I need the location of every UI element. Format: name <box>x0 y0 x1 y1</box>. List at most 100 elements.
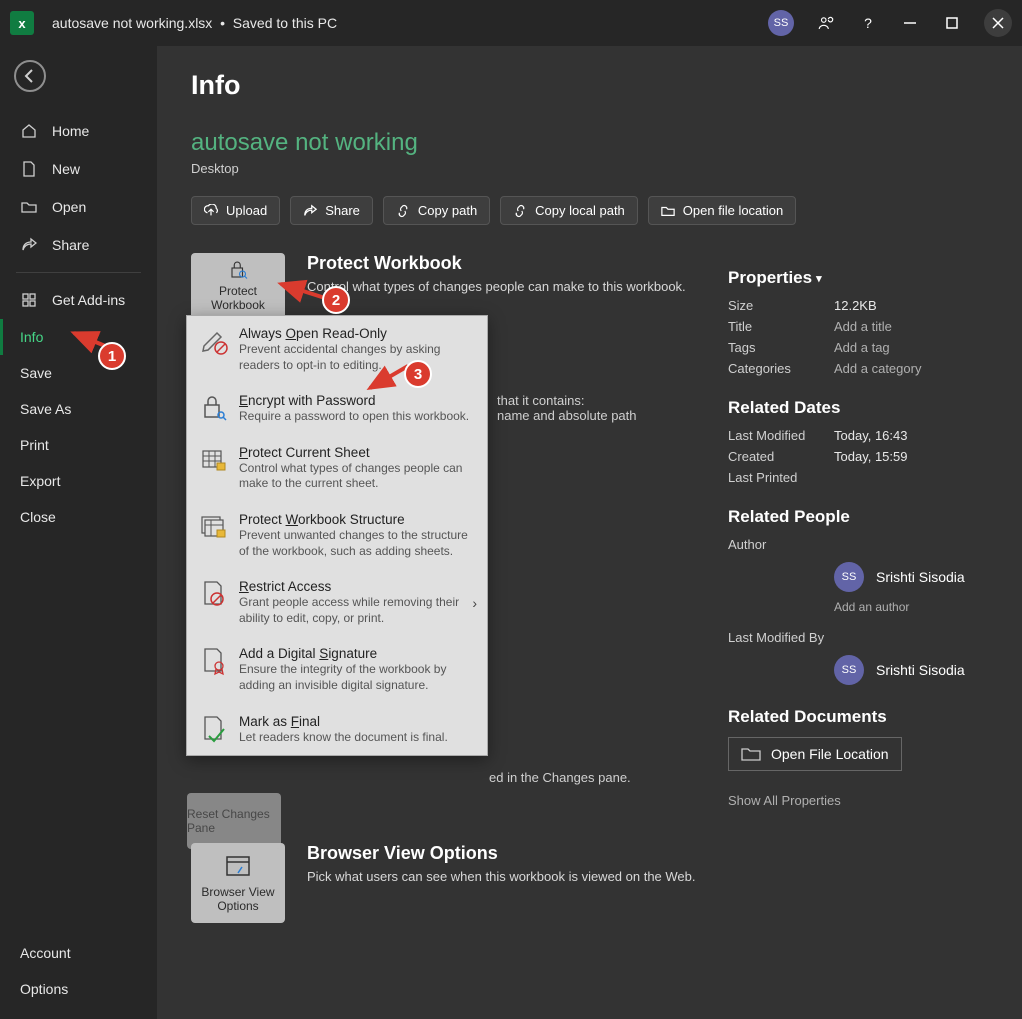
menu-struct-desc: Prevent unwanted changes to the structur… <box>239 528 475 559</box>
menu-mark-final[interactable]: Mark as Final Let readers know the docum… <box>187 704 487 756</box>
upload-button[interactable]: Upload <box>191 196 280 225</box>
prop-categories-value[interactable]: Add a category <box>834 361 921 376</box>
author-avatar: SS <box>834 562 864 592</box>
sheet-lock-icon <box>199 445 229 475</box>
sidebar: Home New Open Share Get Add-ins Info Sav… <box>0 46 157 1019</box>
prop-title-value[interactable]: Add a title <box>834 319 892 334</box>
nav-saveas[interactable]: Save As <box>0 391 157 427</box>
nav-info[interactable]: Info <box>0 319 157 355</box>
home-icon <box>20 122 38 140</box>
reset-changes-pane-button[interactable]: Reset Changes Pane <box>187 793 281 849</box>
nav-open[interactable]: Open <box>0 188 157 226</box>
menu-readonly-title: Always Open Read-Only <box>239 326 475 341</box>
nav-close[interactable]: Close <box>0 499 157 535</box>
menu-protect-sheet[interactable]: Protect Current Sheet Control what types… <box>187 435 487 502</box>
window-title: autosave not working.xlsx • Saved to thi… <box>52 15 337 31</box>
doc-prohibit-icon <box>199 579 229 609</box>
add-author-link[interactable]: Add an author <box>834 600 988 614</box>
doc-ribbon-icon <box>199 646 229 676</box>
lock-key-icon <box>199 393 229 423</box>
copy-path-button[interactable]: Copy path <box>383 196 490 225</box>
author-person[interactable]: SS Srishti Sisodia <box>834 562 988 592</box>
nav-account[interactable]: Account <box>0 935 157 971</box>
nav-share[interactable]: Share <box>0 226 157 264</box>
user-avatar[interactable]: SS <box>768 10 794 36</box>
action-row: Upload Share Copy path Copy local path O… <box>191 196 988 225</box>
maximize-button[interactable] <box>942 13 962 33</box>
open-icon <box>20 198 38 216</box>
author-name: Srishti Sisodia <box>876 569 965 585</box>
menu-struct-title: Protect Workbook Structure <box>239 512 475 527</box>
prop-modified-value: Today, 16:43 <box>834 428 907 443</box>
menu-encrypt-password[interactable]: Encrypt with Password Require a password… <box>187 383 487 435</box>
titlebar: x autosave not working.xlsx • Saved to t… <box>0 0 1022 46</box>
nav-home[interactable]: Home <box>0 112 157 150</box>
prop-tags-value[interactable]: Add a tag <box>834 340 890 355</box>
menu-digital-signature[interactable]: Add a Digital Signature Ensure the integ… <box>187 636 487 703</box>
nav-export[interactable]: Export <box>0 463 157 499</box>
back-button[interactable] <box>14 60 46 92</box>
nav-save[interactable]: Save <box>0 355 157 391</box>
close-button[interactable] <box>984 9 1012 37</box>
prop-title-label: Title <box>728 319 834 334</box>
minimize-button[interactable] <box>900 13 920 33</box>
menu-sheet-desc: Control what types of changes people can… <box>239 461 475 492</box>
addins-icon <box>20 291 38 309</box>
related-documents-header: Related Documents <box>728 707 988 727</box>
nav-addins-label: Get Add-ins <box>52 292 125 308</box>
teams-icon[interactable] <box>816 13 836 33</box>
nav-share-label: Share <box>52 237 89 253</box>
modby-person[interactable]: SS Srishti Sisodia <box>834 655 988 685</box>
menu-restrict-access[interactable]: Restrict Access Grant people access whil… <box>187 569 487 636</box>
prop-size-label: Size <box>728 298 834 313</box>
prop-author-label: Author <box>728 537 834 552</box>
document-title: autosave not working <box>191 129 988 157</box>
nav-options[interactable]: Options <box>0 971 157 1007</box>
properties-header[interactable]: Properties▾ <box>728 268 988 288</box>
excel-app-icon: x <box>10 11 34 35</box>
nav-print-label: Print <box>20 437 49 453</box>
share-button[interactable]: Share <box>290 196 373 225</box>
nav-open-label: Open <box>52 199 86 215</box>
menu-final-title: Mark as Final <box>239 714 475 729</box>
nav-info-label: Info <box>20 329 43 345</box>
prop-created-value: Today, 15:59 <box>834 449 907 464</box>
prop-categories-label: Categories <box>728 361 834 376</box>
open-file-location-link[interactable]: Open File Location <box>728 737 902 771</box>
nav-saveas-label: Save As <box>20 401 71 417</box>
share-icon <box>20 236 38 254</box>
prop-modby-label: Last Modified By <box>728 630 834 645</box>
nav-print[interactable]: Print <box>0 427 157 463</box>
nav-new-label: New <box>52 161 80 177</box>
doc-check-icon <box>199 714 229 744</box>
nav-new[interactable]: New <box>0 150 157 188</box>
nav-divider <box>16 272 141 273</box>
new-icon <box>20 160 38 178</box>
help-icon[interactable]: ? <box>858 13 878 33</box>
protect-workbook-menu: Always Open Read-Only Prevent accidental… <box>186 315 488 756</box>
nav-account-label: Account <box>20 945 71 961</box>
show-all-properties-link[interactable]: Show All Properties <box>728 793 988 808</box>
copy-local-path-button[interactable]: Copy local path <box>500 196 638 225</box>
related-dates-header: Related Dates <box>728 398 988 418</box>
related-people-header: Related People <box>728 507 988 527</box>
browser-view-icon <box>224 853 252 881</box>
nav-addins[interactable]: Get Add-ins <box>0 281 157 319</box>
open-file-location-button[interactable]: Open file location <box>648 196 796 225</box>
prop-created-label: Created <box>728 449 834 464</box>
nav-options-label: Options <box>20 981 68 997</box>
menu-encrypt-desc: Require a password to open this workbook… <box>239 409 475 425</box>
nav-close-label: Close <box>20 509 56 525</box>
menu-sig-desc: Ensure the integrity of the workbook by … <box>239 662 475 693</box>
menu-protect-structure[interactable]: Protect Workbook Structure Prevent unwan… <box>187 502 487 569</box>
workbook-lock-icon <box>199 512 229 542</box>
prop-size-value: 12.2KB <box>834 298 877 313</box>
browser-view-options-button[interactable]: Browser View Options <box>191 843 285 923</box>
protect-heading: Protect Workbook <box>307 253 707 274</box>
modby-name: Srishti Sisodia <box>876 662 965 678</box>
menu-encrypt-title: Encrypt with Password <box>239 393 475 408</box>
page-title: Info <box>191 70 988 101</box>
properties-panel: Properties▾ Size12.2KB TitleAdd a title … <box>728 268 988 808</box>
chevron-right-icon: › <box>472 595 477 611</box>
menu-always-read-only[interactable]: Always Open Read-Only Prevent accidental… <box>187 316 487 383</box>
